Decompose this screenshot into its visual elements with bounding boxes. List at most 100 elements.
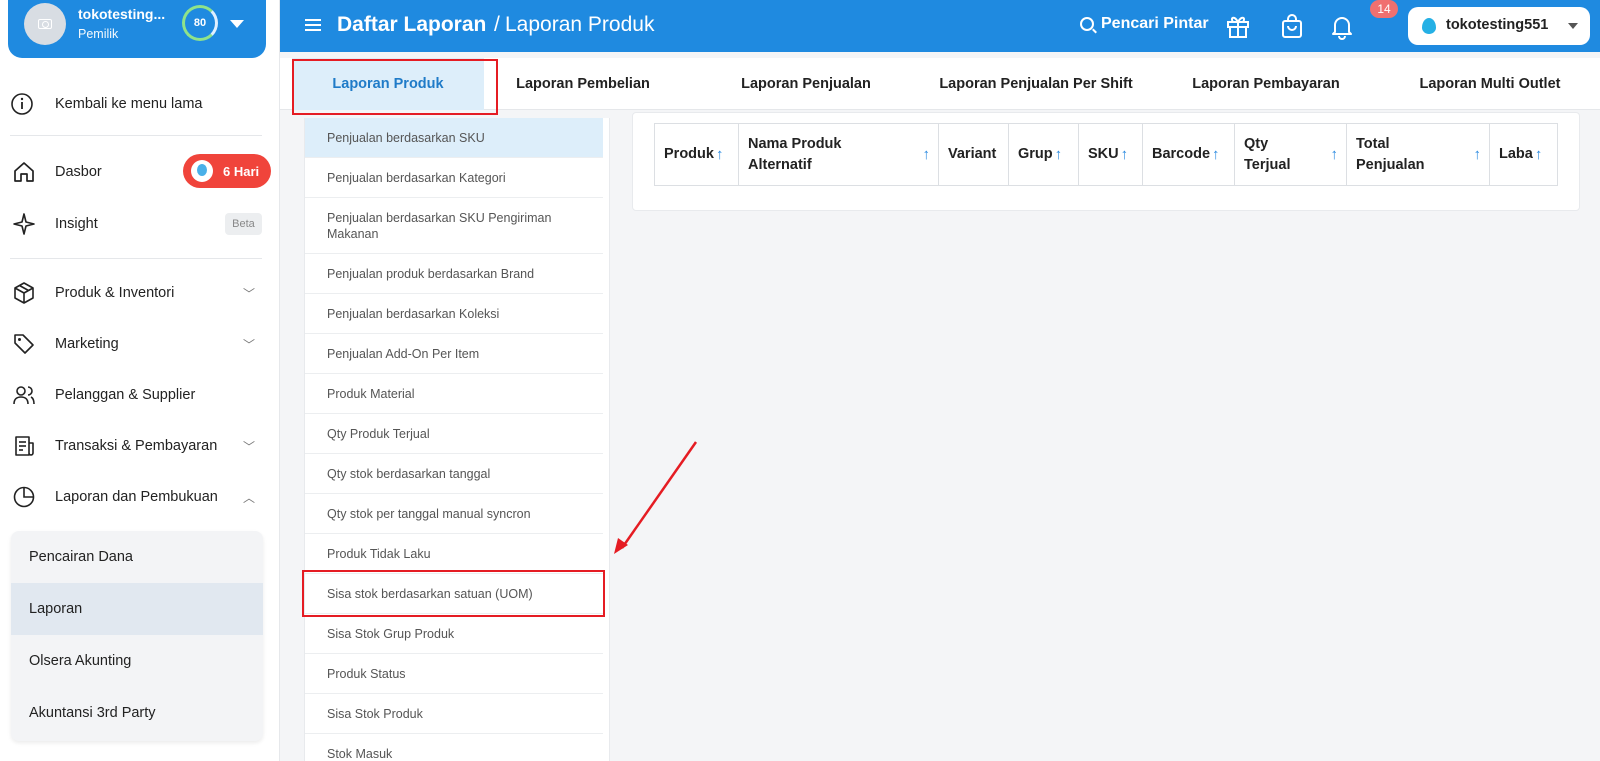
top-header: Daftar Laporan / Laporan Produk Pencari … xyxy=(280,0,1600,52)
sidebar-item-label: Produk & Inventori xyxy=(55,285,175,301)
column-header-produk[interactable]: Produk ↑ xyxy=(655,124,739,185)
column-label: Qty Terjual xyxy=(1244,135,1291,173)
breadcrumb-current: Laporan Produk xyxy=(505,13,655,36)
sort-arrow-icon: ↑ xyxy=(1212,146,1220,163)
column-label: Nama Produk Alternatif xyxy=(748,135,842,173)
list-item[interactable]: Penjualan berdasarkan Koleksi xyxy=(305,294,603,334)
sort-arrow-icon: ↑ xyxy=(1120,146,1129,163)
notification-count-badge: 14 xyxy=(1370,0,1398,18)
list-item[interactable]: Penjualan berdasarkan SKU Pengiriman Mak… xyxy=(305,198,603,254)
sidebar-item-label: Insight xyxy=(55,216,98,232)
trial-days-text: 6 Hari xyxy=(223,163,260,179)
column-header-sku[interactable]: SKU ↑ xyxy=(1079,124,1143,185)
sidebar-item-label: Transaksi & Pembayaran xyxy=(55,438,218,454)
list-item[interactable]: Stok Masuk xyxy=(305,734,603,761)
sidebar-item-pelanggan-supplier[interactable]: Pelanggan & Supplier xyxy=(0,373,272,417)
list-item[interactable]: Penjualan Add-On Per Item xyxy=(305,334,603,374)
smart-search-button[interactable]: Pencari Pintar xyxy=(1101,15,1209,33)
shopping-bag-icon[interactable] xyxy=(1278,12,1306,40)
column-label: SKU xyxy=(1088,146,1119,162)
list-item[interactable]: Sisa Stok Grup Produk xyxy=(305,614,603,654)
tab-laporan-penjualan-per-shift[interactable]: Laporan Penjualan Per Shift xyxy=(920,58,1152,110)
search-icon[interactable] xyxy=(1080,17,1094,31)
trial-days-badge[interactable]: 6 Hari xyxy=(183,154,271,188)
store-name: tokotesting... xyxy=(78,6,166,22)
receipt-icon xyxy=(12,434,36,458)
column-label: Grup xyxy=(1018,146,1053,162)
list-item[interactable]: Produk Material xyxy=(305,374,603,414)
app-root: tokotesting... Pemilik 80 Kembali ke men… xyxy=(0,0,1600,761)
sort-arrow-icon: ↑ xyxy=(715,146,724,163)
list-item[interactable]: Produk Tidak Laku xyxy=(305,534,603,574)
submenu-item-olsera-akunting[interactable]: Olsera Akunting xyxy=(11,635,263,687)
column-header-total-penjualan[interactable]: Total Penjualan ↑ xyxy=(1347,124,1490,185)
tab-laporan-produk[interactable]: Laporan Produk xyxy=(292,58,484,110)
sidebar-item-laporan-pembukuan[interactable]: Laporan dan Pembukuan ︿ xyxy=(0,475,272,519)
tab-laporan-pembayaran[interactable]: Laporan Pembayaran xyxy=(1166,58,1366,110)
report-table-header: Produk ↑ Nama Produk Alternatif ↑ Variant … xyxy=(654,123,1558,186)
beta-badge: Beta xyxy=(225,213,262,235)
tab-laporan-multi-outlet[interactable]: Laporan Multi Outlet xyxy=(1390,58,1590,110)
bell-icon[interactable] xyxy=(1328,12,1356,40)
sort-arrow-icon: ↑ xyxy=(1330,146,1339,163)
list-item[interactable]: Penjualan produk berdasarkan Brand xyxy=(305,254,603,294)
column-header-barcode[interactable]: Barcode ↑ xyxy=(1143,124,1235,185)
sidebar-item-produk-inventori[interactable]: Produk & Inventori ﹀ xyxy=(0,271,272,315)
column-label: Barcode xyxy=(1152,146,1211,162)
list-item[interactable]: Penjualan berdasarkan Kategori xyxy=(305,158,603,198)
column-header-laba[interactable]: Laba ↑ xyxy=(1490,124,1558,185)
column-label: Produk xyxy=(664,146,714,162)
avatar xyxy=(24,3,66,45)
list-item[interactable]: Qty stok berdasarkan tanggal xyxy=(305,454,603,494)
profile-card[interactable]: tokotesting... Pemilik 80 xyxy=(8,0,266,58)
column-header-variant[interactable]: Variant xyxy=(939,124,1009,185)
annotation-arrow xyxy=(614,441,698,554)
home-icon xyxy=(12,160,36,184)
users-icon xyxy=(12,383,36,407)
tab-laporan-pembelian[interactable]: Laporan Pembelian xyxy=(493,58,673,110)
store-role: Pemilik xyxy=(78,27,119,41)
sidebar-item-label: Laporan dan Pembukuan xyxy=(55,489,218,505)
submenu-item-akuntansi-3rd-party[interactable]: Akuntansi 3rd Party xyxy=(11,687,263,739)
column-header-grup[interactable]: Grup ↑ xyxy=(1009,124,1079,185)
sidebar-item-label: Marketing xyxy=(55,336,119,352)
column-label: Variant xyxy=(948,146,997,162)
list-item[interactable]: Penjualan berdasarkan SKU xyxy=(305,118,603,158)
sort-arrow-icon: ↑ xyxy=(922,146,931,163)
caret-down-icon[interactable] xyxy=(230,20,244,28)
sidebar-item-marketing[interactable]: Marketing ﹀ xyxy=(0,322,272,366)
outlet-selector[interactable]: tokotesting551 xyxy=(1408,7,1590,45)
breadcrumb-separator: / xyxy=(494,13,500,36)
breadcrumb-parent[interactable]: Daftar Laporan xyxy=(337,13,486,37)
sort-arrow-icon: ↑ xyxy=(1473,146,1482,163)
camera-icon xyxy=(38,19,52,29)
caret-down-icon xyxy=(1568,23,1578,29)
back-to-old-menu[interactable]: Kembali ke menu lama xyxy=(0,82,272,126)
list-item[interactable]: Qty Produk Terjual xyxy=(305,414,603,454)
list-item[interactable]: Sisa stok berdasarkan satuan (UOM) xyxy=(305,574,603,614)
submenu-item-pencairan-dana[interactable]: Pencairan Dana xyxy=(11,531,263,583)
hamburger-menu-icon[interactable] xyxy=(305,19,321,31)
profile-score: 80 xyxy=(182,5,218,41)
chevron-down-icon: ﹀ xyxy=(243,286,256,301)
sparkle-icon xyxy=(12,212,36,236)
list-item[interactable]: Qty stok per tanggal manual syncron xyxy=(305,494,603,534)
column-header-nama-produk-alternatif[interactable]: Nama Produk Alternatif ↑ xyxy=(739,124,939,185)
column-header-qty-terjual[interactable]: Qty Terjual ↑ xyxy=(1235,124,1347,185)
divider xyxy=(10,258,262,259)
column-label: Laba xyxy=(1499,146,1533,162)
gift-icon[interactable] xyxy=(1224,12,1252,40)
tab-laporan-penjualan[interactable]: Laporan Penjualan xyxy=(716,58,896,110)
list-item[interactable]: Sisa Stok Produk xyxy=(305,694,603,734)
sidebar-item-transaksi-pembayaran[interactable]: Transaksi & Pembayaran ﹀ xyxy=(0,424,272,468)
box-icon xyxy=(12,281,36,305)
chevron-down-icon: ﹀ xyxy=(243,337,256,352)
divider xyxy=(10,135,262,136)
submenu-item-laporan[interactable]: Laporan xyxy=(11,583,263,635)
laporan-submenu: Pencairan Dana Laporan Olsera Akunting A… xyxy=(11,531,263,741)
sidebar: tokotesting... Pemilik 80 Kembali ke men… xyxy=(0,0,280,761)
column-label: Total Penjualan xyxy=(1356,135,1425,173)
list-item[interactable]: Produk Status xyxy=(305,654,603,694)
report-list: Penjualan berdasarkan SKU Penjualan berd… xyxy=(304,118,610,761)
balloon-icon xyxy=(191,160,213,182)
